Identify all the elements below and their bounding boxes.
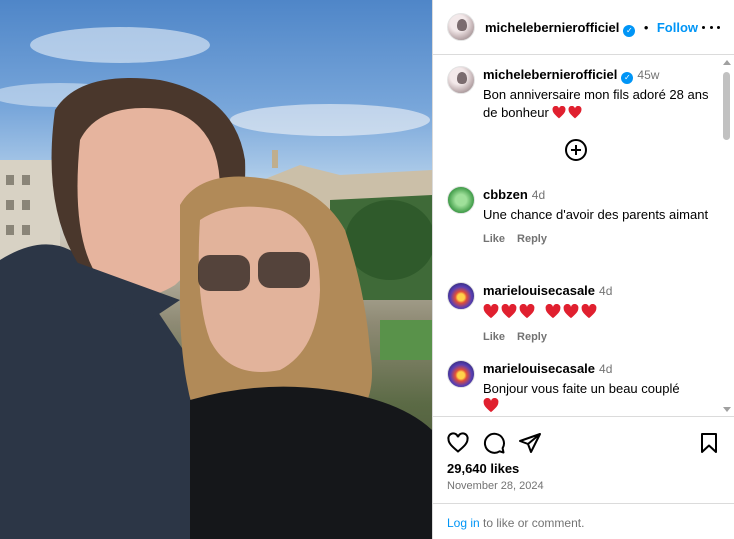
caption-avatar[interactable] [447,66,475,94]
caption-hearts [552,105,584,120]
caption-text: Bon anniversaire mon fils adoré 28 ans d… [483,87,709,120]
verified-badge-icon: ✓ [621,72,634,84]
red-heart-icon [501,304,517,319]
scrollbar-thumb[interactable] [723,72,730,140]
red-heart-icon [483,304,499,319]
share-paper-plane-icon[interactable] [518,431,542,455]
like-comment-button[interactable]: Like [483,331,505,343]
more-options-icon[interactable] [699,18,723,36]
commenter-avatar[interactable] [447,360,475,388]
follow-button[interactable]: Follow [657,20,698,35]
like-comment-button[interactable]: Like [483,233,505,245]
red-heart-icon [519,304,535,319]
commenter-avatar[interactable] [447,282,475,310]
post-header: michelebernierofficiel ✓ • Follow [433,0,734,55]
commenter-username[interactable]: marielouisecasale [483,361,595,376]
comment-time[interactable]: 4d [599,362,612,376]
red-heart-icon [563,304,578,319]
post-side-panel: michelebernierofficiel ✓ • Follow michele… [432,0,734,539]
reply-button[interactable]: Reply [517,233,547,245]
comment-bubble-icon[interactable] [482,431,506,455]
red-heart-icon [552,106,566,119]
comments-list: michelebernierofficiel ✓ 45w Bon anniversa… [433,56,721,416]
comment-text: Bonjour vous faite un beau couplé [483,381,680,396]
red-heart-icon [581,304,596,319]
separator-dot: • [643,20,649,35]
reply-button[interactable]: Reply [517,331,547,343]
author-username[interactable]: michelebernierofficiel [485,20,619,35]
comment-time[interactable]: 4d [532,188,545,202]
post-photo[interactable] [0,0,432,539]
author-avatar[interactable] [447,13,475,41]
comment-item: marielouisecasale 4d Bonjour vous faite u… [447,360,717,416]
login-link[interactable]: Log in [447,516,480,530]
scroll-up-arrow-icon[interactable] [723,60,731,65]
comment-text: Une chance d'avoir des parents aimant [483,207,709,222]
caption-username[interactable]: michelebernierofficiel [483,67,617,82]
post-actions: 29,640 likes November 28, 2024 Log in to… [433,416,734,539]
scroll-down-arrow-icon[interactable] [723,407,731,412]
commenter-username[interactable]: marielouisecasale [483,283,595,298]
load-more-comments-icon[interactable] [565,139,587,161]
caption-time[interactable]: 45w [637,68,659,82]
commenter-avatar[interactable] [447,186,475,214]
comment-item: marielouisecasale 4d Like Reply [447,282,717,343]
like-heart-icon[interactable] [446,431,470,455]
red-heart-icon [545,304,560,319]
red-heart-icon [483,398,499,413]
comment-item: cbbzen 4d Une chance d'avoir des parents … [447,186,717,266]
login-prompt: Log in to like or comment. [433,503,734,539]
post-date[interactable]: November 28, 2024 [447,480,544,492]
comments-scrollbar[interactable] [722,58,731,414]
comment-hearts [483,398,721,416]
save-bookmark-icon[interactable] [697,431,721,455]
comment-time[interactable]: 4d [599,284,612,298]
photo-illustration [0,27,432,539]
red-heart-icon [568,106,582,119]
likes-count[interactable]: 29,640 likes [447,461,519,476]
login-suffix: to like or comment. [479,516,585,530]
verified-badge-icon: ✓ [623,25,636,37]
commenter-username[interactable]: cbbzen [483,187,528,202]
comment-hearts [483,304,721,322]
caption: michelebernierofficiel ✓ 45w Bon anniversa… [447,66,717,126]
